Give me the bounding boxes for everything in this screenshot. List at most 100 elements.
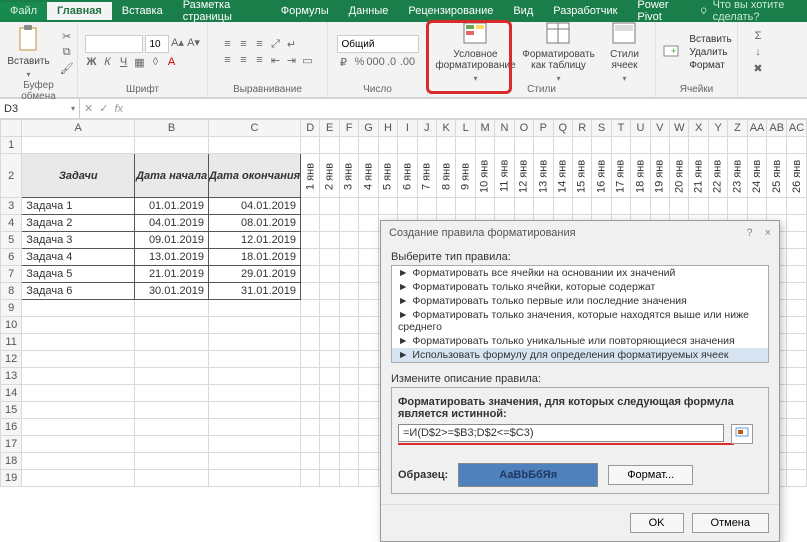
increase-font-icon[interactable]: A▴ [171, 35, 185, 49]
col-header[interactable]: J [417, 120, 436, 137]
col-header[interactable]: B [135, 120, 209, 137]
bold-icon[interactable]: Ж [85, 55, 99, 69]
fx-confirm-icon[interactable]: ✓ [99, 102, 108, 115]
rule-option[interactable]: ►Форматировать только первые или последн… [392, 294, 768, 308]
gantt-cell[interactable] [495, 198, 514, 215]
align-right-icon[interactable]: ≡ [253, 53, 267, 67]
autosum-icon[interactable]: Σ [751, 29, 765, 43]
cell-start[interactable]: 21.01.2019 [135, 266, 209, 283]
cell-end[interactable]: 12.01.2019 [209, 232, 301, 249]
gantt-cell[interactable] [728, 198, 747, 215]
gantt-cell[interactable] [359, 249, 378, 266]
cell-end[interactable]: 04.01.2019 [209, 198, 301, 215]
row-header[interactable]: 15 [1, 402, 22, 419]
dialog-help-icon[interactable]: ? [746, 227, 752, 239]
orientation-icon[interactable]: ⤢ [269, 37, 283, 51]
insert-label[interactable]: Вставить [689, 34, 731, 45]
tab-formulas[interactable]: Формулы [271, 2, 339, 20]
col-header[interactable]: C [209, 120, 301, 137]
cancel-button[interactable]: Отмена [692, 513, 769, 533]
cell-end[interactable]: 08.01.2019 [209, 215, 301, 232]
formula-input[interactable] [127, 99, 807, 118]
gantt-cell[interactable] [787, 215, 807, 232]
col-header[interactable]: T [611, 120, 630, 137]
gantt-cell[interactable] [592, 198, 611, 215]
format-painter-icon[interactable]: 🖌 [60, 61, 74, 75]
gantt-cell[interactable] [553, 198, 572, 215]
col-header[interactable]: E [320, 120, 339, 137]
row-header[interactable]: 13 [1, 368, 22, 385]
gantt-cell[interactable] [359, 198, 378, 215]
gantt-cell[interactable] [708, 198, 727, 215]
copy-icon[interactable]: ⧉ [60, 45, 74, 59]
tab-developer[interactable]: Разработчик [543, 2, 627, 20]
col-header[interactable]: Y [708, 120, 727, 137]
row-header[interactable]: 2 [1, 154, 22, 198]
gantt-cell[interactable] [339, 283, 358, 300]
cell-end[interactable]: 18.01.2019 [209, 249, 301, 266]
col-header[interactable]: Q [553, 120, 572, 137]
decrease-decimal-icon[interactable]: .00 [401, 55, 415, 69]
cell-end[interactable]: 31.01.2019 [209, 283, 301, 300]
gantt-cell[interactable] [572, 198, 591, 215]
format-as-table-button[interactable]: Форматировать как таблицу▾ [522, 19, 596, 86]
row-header[interactable]: 5 [1, 232, 22, 249]
gantt-cell[interactable] [339, 215, 358, 232]
row-header[interactable]: 6 [1, 249, 22, 266]
currency-icon[interactable]: ₽ [337, 55, 351, 69]
format-button[interactable]: Формат... [608, 465, 693, 485]
gantt-cell[interactable] [359, 283, 378, 300]
cell-end[interactable]: 29.01.2019 [209, 266, 301, 283]
paste-button[interactable]: Вставить▾ [3, 22, 53, 82]
col-header[interactable]: F [339, 120, 358, 137]
tab-insert[interactable]: Вставка [112, 2, 173, 20]
gantt-cell[interactable] [301, 249, 320, 266]
font-size-input[interactable] [145, 35, 169, 53]
gantt-cell[interactable] [670, 198, 689, 215]
gantt-cell[interactable] [767, 198, 787, 215]
rule-formula-input[interactable]: =И(D$2>=$B3;D$2<=$C3) [398, 424, 724, 442]
gantt-cell[interactable] [301, 215, 320, 232]
ok-button[interactable]: OK [630, 513, 684, 533]
col-header[interactable]: L [456, 120, 475, 137]
row-header[interactable]: 12 [1, 351, 22, 368]
gantt-cell[interactable] [320, 249, 339, 266]
cell-start[interactable]: 04.01.2019 [135, 215, 209, 232]
col-header[interactable]: P [534, 120, 553, 137]
tab-file[interactable]: Файл [0, 2, 47, 20]
delete-label[interactable]: Удалить [689, 47, 727, 58]
gantt-cell[interactable] [320, 266, 339, 283]
gantt-cell[interactable] [359, 232, 378, 249]
col-header[interactable]: I [398, 120, 417, 137]
wrap-text-icon[interactable]: ↵ [285, 37, 299, 51]
gantt-cell[interactable] [437, 198, 456, 215]
align-top-icon[interactable]: ≡ [221, 37, 235, 51]
borders-icon[interactable]: ▦ [133, 55, 147, 69]
gantt-cell[interactable] [787, 249, 807, 266]
tab-data[interactable]: Данные [339, 2, 399, 20]
col-header[interactable]: AA [747, 120, 767, 137]
row-header[interactable]: 9 [1, 300, 22, 317]
dialog-titlebar[interactable]: Создание правила форматирования ? × [381, 221, 779, 245]
rule-type-list[interactable]: ►Форматировать все ячейки на основании и… [391, 265, 769, 363]
tab-review[interactable]: Рецензирование [398, 2, 503, 20]
cell-start[interactable]: 09.01.2019 [135, 232, 209, 249]
col-header[interactable]: S [592, 120, 611, 137]
row-header[interactable]: 7 [1, 266, 22, 283]
col-header[interactable]: G [359, 120, 378, 137]
row-header[interactable]: 14 [1, 385, 22, 402]
gantt-cell[interactable] [339, 198, 358, 215]
gantt-cell[interactable] [378, 198, 397, 215]
gantt-cell[interactable] [320, 198, 339, 215]
clear-icon[interactable]: ✖ [751, 61, 765, 75]
gantt-cell[interactable] [359, 215, 378, 232]
gantt-cell[interactable] [339, 266, 358, 283]
fill-color-icon[interactable]: ◊ [149, 55, 163, 69]
cell-task[interactable]: Задача 5 [22, 266, 135, 283]
gantt-cell[interactable] [301, 266, 320, 283]
gantt-cell[interactable] [787, 198, 807, 215]
rule-option[interactable]: ►Форматировать только значения, которые … [392, 308, 768, 334]
gantt-cell[interactable] [339, 249, 358, 266]
dialog-close-icon[interactable]: × [765, 227, 771, 239]
cell-task[interactable]: Задача 3 [22, 232, 135, 249]
